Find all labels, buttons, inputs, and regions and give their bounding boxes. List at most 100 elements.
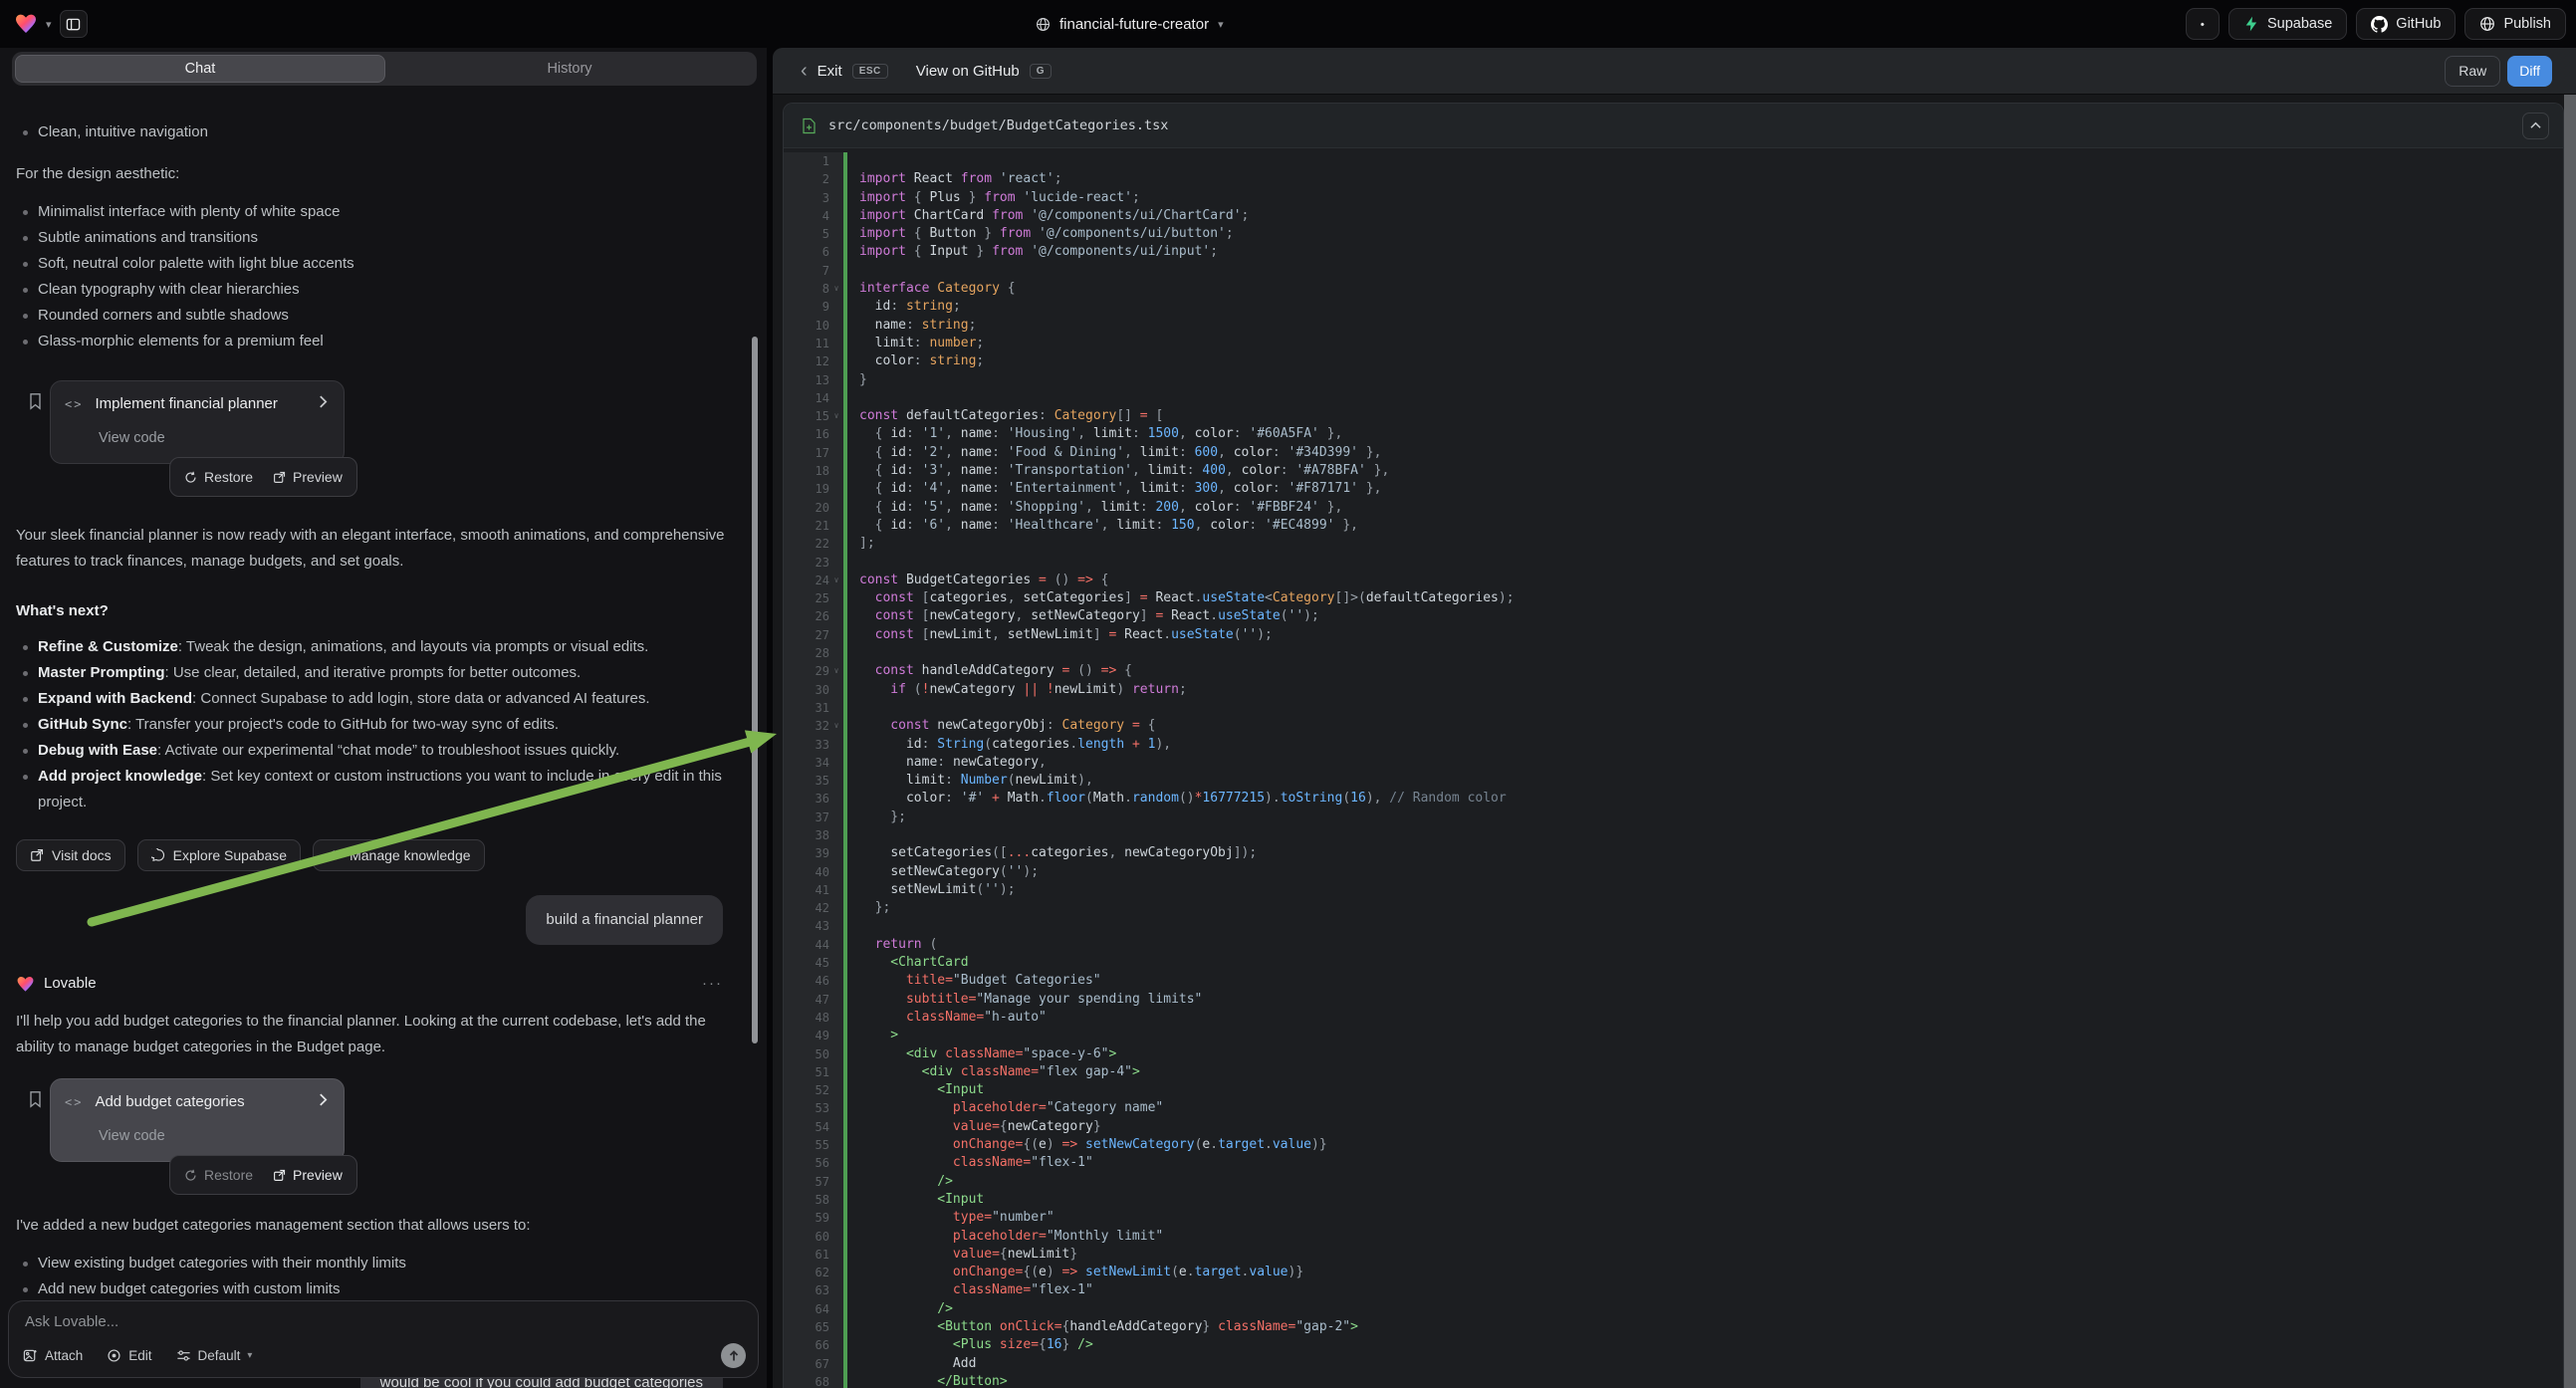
line-number: 14 <box>784 389 829 407</box>
fold-spacer <box>829 152 843 170</box>
code-line: 27 const [newLimit, setNewLimit] = React… <box>784 626 2563 644</box>
code-text: <div className="flex gap-4"> <box>847 1063 2563 1081</box>
raw-toggle-button[interactable]: Raw <box>2445 56 2500 87</box>
message-menu-button[interactable]: ··· <box>702 971 723 997</box>
code-line: 23 <box>784 554 2563 572</box>
bookmark-icon[interactable] <box>28 1090 43 1117</box>
view-code-link[interactable]: View code <box>99 1123 328 1149</box>
chevron-right-icon <box>319 1089 328 1115</box>
supabase-icon <box>2243 16 2259 32</box>
fold-spacer <box>829 262 843 280</box>
list-item: Minimalist interface with plenty of whit… <box>16 199 737 225</box>
fold-spacer <box>829 681 843 699</box>
mode-select[interactable]: Default ▾ <box>176 1348 253 1363</box>
fold-chevron-icon[interactable]: ∨ <box>829 280 843 298</box>
bullet-dot <box>23 749 28 754</box>
fold-spacer <box>829 699 843 717</box>
code-text: setNewLimit(''); <box>847 881 2563 899</box>
settings-button[interactable] <box>2186 8 2220 40</box>
line-number: 36 <box>784 790 829 808</box>
code-line: 32∨ const newCategoryObj: Category = { <box>784 717 2563 735</box>
code-line: 57 /> <box>784 1173 2563 1191</box>
fold-spacer <box>829 607 843 625</box>
code-line: 46 title="Budget Categories" <box>784 972 2563 990</box>
code-line: 52 <Input <box>784 1081 2563 1099</box>
tool-call-block-2: <> Add budget categories View code Resto… <box>16 1078 737 1195</box>
line-number: 9 <box>784 298 829 316</box>
code-line: 26 const [newCategory, setNewCategory] =… <box>784 607 2563 625</box>
diff-toggle-button[interactable]: Diff <box>2507 56 2552 87</box>
code-text: setNewCategory(''); <box>847 863 2563 881</box>
code-line: 10 name: string; <box>784 317 2563 335</box>
chevron-up-icon <box>2530 121 2541 129</box>
line-number: 8 <box>784 280 829 298</box>
project-switcher[interactable]: financial-future-creator ▾ <box>1036 0 1224 48</box>
whats-next-item: Master Prompting: Use clear, detailed, a… <box>16 660 737 686</box>
bullet-dot <box>23 723 28 728</box>
tab-chat[interactable]: Chat <box>15 55 385 83</box>
line-number: 15 <box>784 407 829 425</box>
fold-spacer <box>829 444 843 462</box>
line-number: 45 <box>784 954 829 972</box>
code-text: id: string; <box>847 298 2563 316</box>
fold-spacer <box>829 298 843 316</box>
code-text: placeholder="Category name" <box>847 1099 2563 1117</box>
edit-button[interactable]: Edit <box>107 1348 151 1363</box>
view-code-link[interactable]: View code <box>99 425 328 451</box>
tool-card-implement-planner[interactable]: <> Implement financial planner View code <box>50 380 345 464</box>
code-line: 28 <box>784 644 2563 662</box>
bookmark-icon[interactable] <box>28 392 43 419</box>
fold-spacer <box>829 954 843 972</box>
sidebar-toggle-button[interactable] <box>60 10 88 38</box>
send-button[interactable] <box>721 1343 746 1368</box>
line-number: 27 <box>784 626 829 644</box>
code-line: 25 const [categories, setCategories] = R… <box>784 589 2563 607</box>
publish-button[interactable]: Publish <box>2464 8 2566 40</box>
code-text: <div className="space-y-6"> <box>847 1045 2563 1063</box>
attach-button[interactable]: Attach <box>23 1348 83 1363</box>
restore-button[interactable]: Restore <box>184 464 253 490</box>
fold-chevron-icon[interactable]: ∨ <box>829 662 843 680</box>
preview-button[interactable]: Preview <box>273 464 343 490</box>
file-path-bar[interactable]: src/components/budget/BudgetCategories.t… <box>784 104 2563 148</box>
explore-supabase-button[interactable]: Explore Supabase <box>137 839 301 871</box>
code-text: value={newCategory} <box>847 1118 2563 1136</box>
manage-knowledge-button[interactable]: Manage knowledge <box>313 839 484 871</box>
code-line: 11 limit: number; <box>784 335 2563 352</box>
exit-button[interactable]: Exit <box>818 63 842 80</box>
code-text: type="number" <box>847 1209 2563 1227</box>
code-panel-scrollbar[interactable] <box>2564 95 2576 1388</box>
whats-next-item: Expand with Backend: Connect Supabase to… <box>16 686 737 712</box>
github-button[interactable]: GitHub <box>2356 8 2456 40</box>
g-badge: G <box>1030 64 1052 79</box>
fold-spacer <box>829 389 843 407</box>
tab-history[interactable]: History <box>385 55 754 83</box>
chat-scrollbar[interactable] <box>752 337 758 1043</box>
fold-spacer <box>829 1246 843 1264</box>
arrow-up-icon <box>728 1350 740 1362</box>
fold-chevron-icon[interactable]: ∨ <box>829 717 843 735</box>
line-number: 18 <box>784 462 829 480</box>
code-text <box>847 644 2563 662</box>
logo-chevron-down-icon[interactable]: ▾ <box>46 18 52 31</box>
restore-button[interactable]: Restore <box>184 1162 253 1188</box>
code-line: 64 /> <box>784 1300 2563 1318</box>
fold-spacer <box>829 554 843 572</box>
collapse-file-button[interactable] <box>2522 113 2549 139</box>
view-on-github-link[interactable]: View on GitHub G <box>916 63 1052 80</box>
tool-card-add-budget-categories[interactable]: <> Add budget categories View code <box>50 1078 345 1162</box>
supabase-button[interactable]: Supabase <box>2228 8 2347 40</box>
preview-button[interactable]: Preview <box>273 1162 343 1188</box>
chat-scroll-area[interactable]: Clean, intuitive navigation For the desi… <box>0 92 767 1340</box>
lovable-logo-icon[interactable] <box>14 12 38 36</box>
chat-input[interactable] <box>25 1313 715 1330</box>
code-line: 39 setCategories([...categories, newCate… <box>784 844 2563 862</box>
visit-docs-button[interactable]: Visit docs <box>16 839 125 871</box>
fold-chevron-icon[interactable]: ∨ <box>829 572 843 589</box>
fold-spacer <box>829 790 843 808</box>
code-line: 55 onChange={(e) => setNewCategory(e.tar… <box>784 1136 2563 1154</box>
external-link-icon <box>273 471 286 484</box>
fold-chevron-icon[interactable]: ∨ <box>829 407 843 425</box>
fold-spacer <box>829 826 843 844</box>
code-text <box>847 826 2563 844</box>
